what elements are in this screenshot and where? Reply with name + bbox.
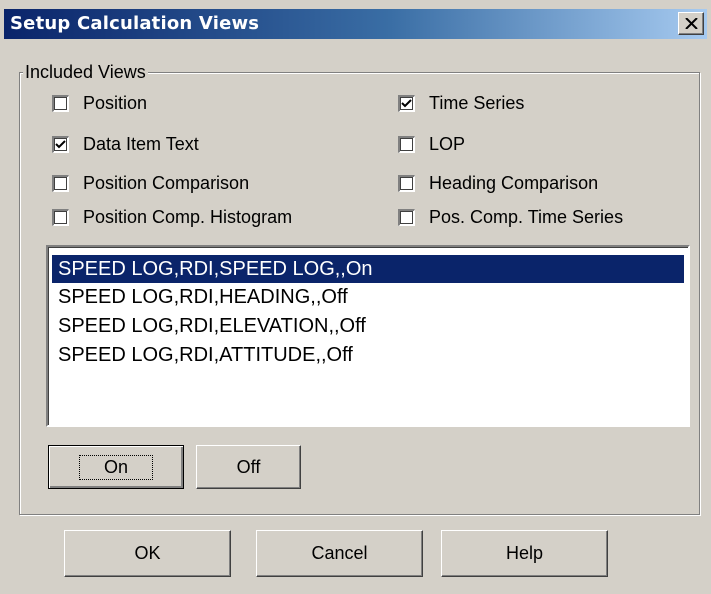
title-bar[interactable]: Setup Calculation Views [4, 9, 707, 39]
checkbox-box[interactable] [52, 135, 69, 153]
list-item[interactable]: SPEED LOG,RDI,ELEVATION,,Off [52, 312, 684, 340]
checkbox-label: LOP [429, 134, 466, 154]
checkbox-data-item-text[interactable]: Data Item Text [52, 131, 199, 157]
off-button[interactable]: Off [196, 445, 301, 489]
list-item[interactable]: SPEED LOG,RDI,ATTITUDE,,Off [52, 341, 684, 369]
ok-button[interactable]: OK [64, 530, 231, 577]
checkbox-label: Position [83, 93, 148, 113]
checkbox-label: Heading Comparison [429, 173, 599, 193]
checkbox-label: Position Comp. Histogram [83, 207, 293, 227]
checkbox-lop[interactable]: LOP [398, 131, 465, 157]
checkbox-position-comparison[interactable]: Position Comparison [52, 170, 249, 196]
checkbox-box[interactable] [398, 135, 415, 153]
list-item[interactable]: SPEED LOG,RDI,SPEED LOG,,On [52, 255, 684, 283]
checkbox-label: Position Comparison [83, 173, 250, 193]
help-button[interactable]: Help [441, 530, 608, 577]
window-title: Setup Calculation Views [10, 13, 260, 34]
off-button-label: Off [236, 456, 261, 477]
views-listbox[interactable]: SPEED LOG,RDI,SPEED LOG,,On SPEED LOG,RD… [46, 245, 690, 427]
checkbox-box[interactable] [398, 208, 415, 226]
checkbox-box[interactable] [52, 174, 69, 192]
on-button-label: On [78, 454, 153, 480]
included-views-legend: Included Views [23, 62, 148, 82]
list-item[interactable]: SPEED LOG,RDI,HEADING,,Off [52, 283, 684, 311]
checkbox-box[interactable] [52, 94, 69, 112]
checkbox-label: Pos. Comp. Time Series [429, 207, 624, 227]
setup-calculation-views-dialog: Setup Calculation Views Included Views P… [0, 0, 711, 594]
checkbox-position[interactable]: Position [52, 90, 147, 116]
checkbox-position-comp-histogram[interactable]: Position Comp. Histogram [52, 204, 292, 230]
checkmark-icon [55, 139, 66, 148]
checkbox-box[interactable] [398, 174, 415, 192]
close-icon [685, 18, 698, 29]
checkbox-label: Time Series [429, 93, 525, 113]
checkmark-icon [401, 98, 412, 107]
checkbox-time-series[interactable]: Time Series [398, 90, 524, 116]
help-button-label: Help [505, 543, 544, 563]
checkbox-pos-comp-time-series[interactable]: Pos. Comp. Time Series [398, 204, 623, 230]
checkbox-label: Data Item Text [83, 134, 199, 154]
checkbox-heading-comparison[interactable]: Heading Comparison [398, 170, 598, 196]
on-button[interactable]: On [48, 445, 184, 489]
checkbox-box[interactable] [398, 94, 415, 112]
checkbox-box[interactable] [52, 208, 69, 226]
cancel-button[interactable]: Cancel [256, 530, 423, 577]
ok-button-label: OK [134, 543, 161, 563]
close-button[interactable] [678, 12, 704, 35]
cancel-button-label: Cancel [311, 543, 368, 563]
